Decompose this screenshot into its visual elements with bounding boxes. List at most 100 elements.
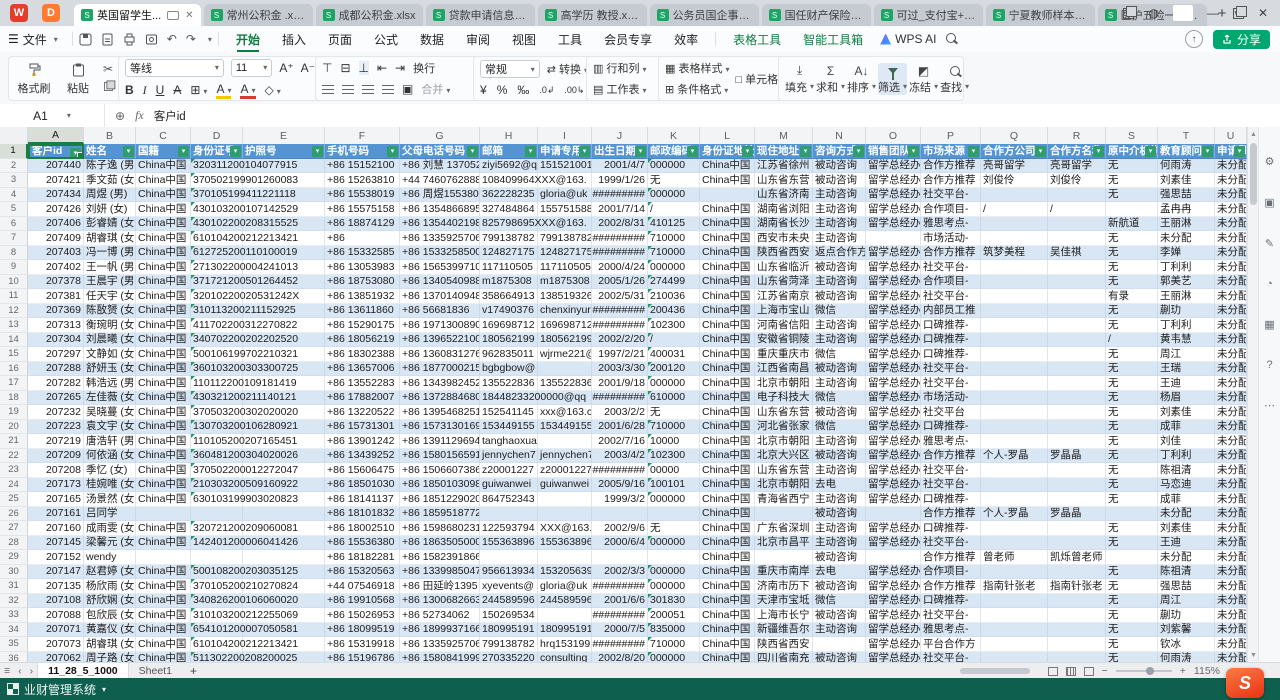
cell[interactable]: 未分配 — [1215, 449, 1247, 464]
cell[interactable]: 主动咨询 — [813, 202, 866, 217]
font-size-select[interactable]: 11▾ — [231, 59, 272, 77]
cell[interactable]: 湖南省浏阳 — [755, 202, 813, 217]
cell[interactable]: 王迪 — [1158, 536, 1215, 551]
edit-tools-icon[interactable]: ✎ — [1265, 237, 1274, 250]
cell[interactable]: 无 — [1106, 637, 1158, 652]
cell[interactable]: China中国 — [700, 536, 755, 551]
align-bottom-icon[interactable]: ⊥ — [359, 61, 369, 75]
cell[interactable]: +86 1335925706 — [400, 231, 480, 246]
cell[interactable]: / — [1106, 333, 1158, 348]
cell[interactable]: 被动咨询 — [813, 579, 866, 594]
align-middle-icon[interactable]: ⊟ — [340, 61, 350, 75]
sheet-prev-icon[interactable]: ‹ — [18, 665, 22, 677]
font-color-button[interactable]: A▾ — [240, 82, 255, 99]
cell[interactable]: China中国 — [136, 521, 191, 536]
row-number[interactable]: 7 — [0, 231, 28, 246]
cell[interactable]: China中国 — [136, 652, 191, 663]
cell[interactable]: 207161 — [28, 507, 84, 522]
zoom-in-icon[interactable]: + — [1180, 665, 1186, 677]
cell[interactable]: 180562199 — [538, 333, 592, 348]
cell[interactable]: 留学总经办 — [866, 217, 921, 232]
cell[interactable]: 未分配 — [1158, 231, 1215, 246]
cell[interactable]: 留学总经办 — [866, 159, 921, 174]
zoom-formula-icon[interactable]: ⊕ — [115, 109, 125, 123]
cell[interactable]: 799138782 — [480, 231, 538, 246]
horizontal-scroll-thumb[interactable] — [960, 668, 1030, 674]
zoom-level[interactable]: 115% — [1194, 665, 1220, 677]
menu-tab-会员专享[interactable]: 会员专享 — [593, 26, 663, 52]
cell[interactable]: 吴佳祺 — [1048, 246, 1106, 261]
history-icon[interactable]: ◔ — [1266, 278, 1273, 290]
cell[interactable]: 130703200106280921 — [191, 420, 243, 435]
header-cell[interactable]: 客户id▾ — [28, 144, 84, 159]
cell[interactable]: 207434 — [28, 188, 84, 203]
cell[interactable]: 主动咨询 — [813, 318, 866, 333]
cell[interactable] — [1048, 565, 1106, 580]
cell[interactable]: 207426 — [28, 202, 84, 217]
cell[interactable]: 210036 — [648, 289, 700, 304]
grid-corner[interactable] — [0, 127, 28, 144]
cell[interactable]: 612725200110100019 — [191, 246, 243, 261]
cell[interactable]: 210303200509160922 — [191, 478, 243, 493]
cell[interactable]: 200120 — [648, 362, 700, 377]
align-top-icon[interactable]: ⊤ — [322, 61, 332, 75]
cell[interactable]: 无 — [1106, 246, 1158, 261]
header-cell[interactable]: 邮政编码▾ — [648, 144, 700, 159]
cell[interactable]: China中国 — [700, 565, 755, 580]
font-decrease-icon[interactable]: A⁻ — [301, 61, 315, 75]
cell[interactable]: 无 — [1106, 391, 1158, 406]
cell[interactable]: 未分配 — [1158, 507, 1215, 522]
cell[interactable] — [1048, 637, 1106, 652]
cell[interactable]: 835000 — [648, 623, 700, 638]
cell[interactable]: 上海市长宁 — [755, 608, 813, 623]
cell[interactable]: 110112200109181419 — [191, 376, 243, 391]
header-cell[interactable]: 教育顾问▾ — [1158, 144, 1215, 159]
cell[interactable]: +86 1395468251 — [400, 405, 480, 420]
cell[interactable] — [1106, 202, 1158, 217]
cell[interactable]: / — [648, 202, 700, 217]
cell[interactable]: +86 52734062 — [400, 608, 480, 623]
cell[interactable]: 无 — [1106, 318, 1158, 333]
cell[interactable]: 王丽淋 — [1158, 289, 1215, 304]
cell[interactable]: 上海市宝山 — [755, 304, 813, 319]
cell[interactable]: 合作项目- — [921, 275, 981, 290]
menu-tab-视图[interactable]: 视图 — [501, 26, 547, 52]
row-number[interactable]: 20 — [0, 420, 28, 435]
cell[interactable]: ######### — [592, 637, 648, 652]
cell[interactable] — [981, 275, 1048, 290]
cell[interactable]: 102300 — [648, 318, 700, 333]
row-number[interactable]: 17 — [0, 376, 28, 391]
cell[interactable]: 2002/5/31 — [592, 289, 648, 304]
cell[interactable] — [538, 362, 592, 377]
cell[interactable]: 济南市历下 — [755, 579, 813, 594]
cell[interactable]: 180562199 — [480, 333, 538, 348]
cell[interactable]: 口碑推荐- — [921, 521, 981, 536]
cell[interactable]: 152541145 — [480, 405, 538, 420]
cell[interactable]: +86 18501030 — [325, 478, 400, 493]
cell[interactable]: 留学总经办 — [866, 594, 921, 609]
cell[interactable] — [1048, 333, 1106, 348]
doc-tab[interactable]: S贷款申请信息.xlsx — [426, 4, 535, 26]
cell[interactable]: +86 18302388 — [325, 347, 400, 362]
cell[interactable]: +86 18141137 — [325, 492, 400, 507]
column-header-S[interactable]: S — [1106, 127, 1158, 144]
format-painter-button[interactable]: 格式刷 — [15, 61, 53, 96]
cell[interactable]: 未分配 — [1215, 420, 1247, 435]
cell[interactable] — [981, 623, 1048, 638]
cell[interactable] — [1106, 550, 1158, 565]
cell[interactable]: 10000 — [648, 434, 700, 449]
cell[interactable]: 留学总经办 — [866, 608, 921, 623]
row-number[interactable]: 30 — [0, 565, 28, 580]
cell[interactable]: 962835011 — [480, 347, 538, 362]
cell[interactable]: 罗晶晶 — [1048, 507, 1106, 522]
cell[interactable]: 2002/8/31 — [592, 217, 648, 232]
cell[interactable]: 社交平台- — [921, 188, 981, 203]
cell[interactable]: 511302200208200025 — [191, 652, 243, 663]
cell[interactable] — [866, 550, 921, 565]
row-number[interactable]: 18 — [0, 391, 28, 406]
cell[interactable]: 无 — [1106, 594, 1158, 609]
row-number[interactable]: 36 — [0, 652, 28, 663]
sheet-next-icon[interactable]: › — [30, 665, 34, 677]
cell[interactable]: +86 15320563 — [325, 565, 400, 580]
cell[interactable]: 无 — [1106, 188, 1158, 203]
